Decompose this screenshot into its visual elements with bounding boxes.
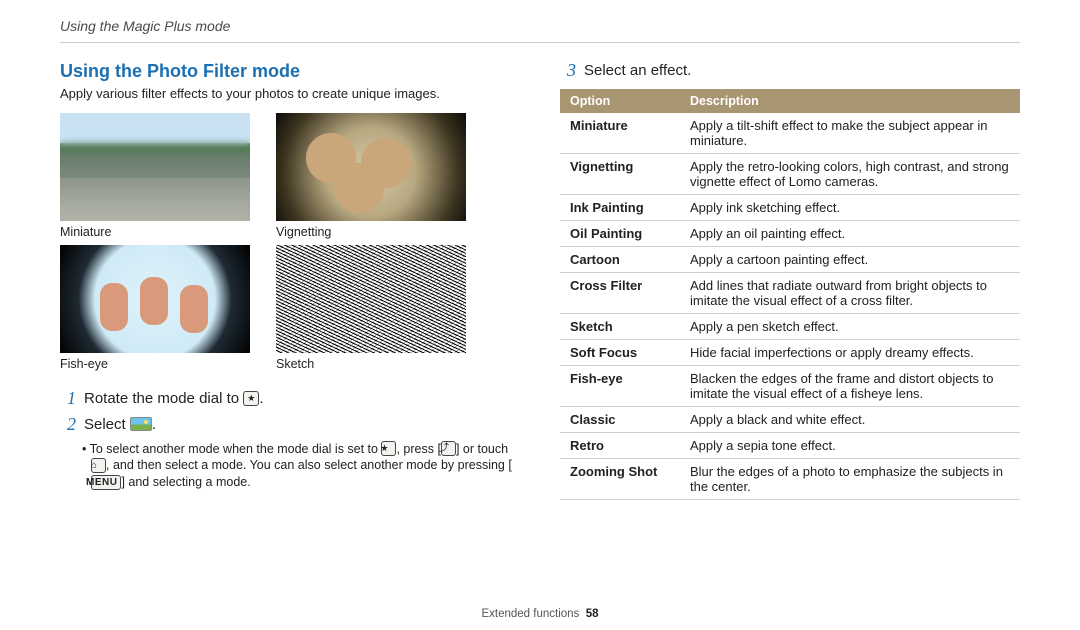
- thumbnail-label: Sketch: [276, 357, 466, 371]
- option-name: Cartoon: [560, 246, 680, 272]
- table-row: Cross FilterAdd lines that radiate outwa…: [560, 272, 1020, 313]
- option-name: Miniature: [560, 113, 680, 154]
- table-row: VignettingApply the retro-looking colors…: [560, 153, 1020, 194]
- step-number: 2: [60, 415, 76, 435]
- table-row: Oil PaintingApply an oil painting effect…: [560, 220, 1020, 246]
- home-icon: [91, 458, 106, 473]
- table-row: Soft FocusHide facial imperfections or a…: [560, 339, 1020, 365]
- footer-section: Extended functions: [481, 608, 579, 620]
- step-text-part: Rotate the mode dial to: [84, 390, 243, 407]
- step-number: 3: [560, 61, 576, 81]
- thumbnail-fisheye: [60, 245, 250, 353]
- option-description: Apply the retro-looking colors, high con…: [680, 153, 1020, 194]
- table-row: Fish-eyeBlacken the edges of the frame a…: [560, 365, 1020, 406]
- step-number: 1: [60, 389, 76, 409]
- option-name: Vignetting: [560, 153, 680, 194]
- back-button-icon: [441, 441, 456, 456]
- step-2-text: Select .: [84, 415, 520, 435]
- menu-button-icon: MENU: [91, 475, 121, 490]
- step-1-text: Rotate the mode dial to .: [84, 389, 520, 409]
- option-name: Oil Painting: [560, 220, 680, 246]
- step-text-part: .: [152, 416, 156, 433]
- table-row: Ink PaintingApply ink sketching effect.: [560, 194, 1020, 220]
- option-description: Blacken the edges of the frame and disto…: [680, 365, 1020, 406]
- page-footer: Extended functions 58: [0, 608, 1080, 620]
- table-row: ClassicApply a black and white effect.: [560, 406, 1020, 432]
- option-name: Fish-eye: [560, 365, 680, 406]
- option-name: Classic: [560, 406, 680, 432]
- option-description: Apply a sepia tone effect.: [680, 432, 1020, 458]
- option-description: Apply a pen sketch effect.: [680, 313, 1020, 339]
- step-text-part: Select: [84, 416, 130, 433]
- option-name: Soft Focus: [560, 339, 680, 365]
- right-column: 3 Select an effect. Option Description M…: [560, 61, 1020, 500]
- option-description: Add lines that radiate outward from brig…: [680, 272, 1020, 313]
- option-name: Cross Filter: [560, 272, 680, 313]
- note-part: To select another mode when the mode dia…: [90, 442, 382, 456]
- option-description: Apply a tilt-shift effect to make the su…: [680, 113, 1020, 154]
- left-column: Using the Photo Filter mode Apply variou…: [60, 61, 520, 500]
- note-part: , press [: [396, 442, 440, 456]
- option-name: Retro: [560, 432, 680, 458]
- table-header-description: Description: [680, 89, 1020, 113]
- option-name: Zooming Shot: [560, 458, 680, 499]
- section-title: Using the Photo Filter mode: [60, 61, 520, 82]
- option-name: Sketch: [560, 313, 680, 339]
- option-description: Apply a cartoon painting effect.: [680, 246, 1020, 272]
- thumbnail-grid: Miniature Vignetting Fish-eye Sketch: [60, 113, 520, 371]
- thumbnail-label: Fish-eye: [60, 357, 250, 371]
- page-number: 58: [586, 608, 599, 620]
- table-row: CartoonApply a cartoon painting effect.: [560, 246, 1020, 272]
- option-description: Blur the edges of a photo to emphasize t…: [680, 458, 1020, 499]
- table-header-option: Option: [560, 89, 680, 113]
- steps-list: 1 Rotate the mode dial to . 2 Select .: [60, 389, 520, 435]
- photo-filter-icon: [130, 417, 152, 431]
- step-text-part: .: [259, 390, 263, 407]
- intro-text: Apply various filter effects to your pho…: [60, 86, 520, 101]
- note-part: ] and selecting a mode.: [121, 475, 250, 489]
- thumbnail-vignetting: [276, 113, 466, 221]
- thumbnail-label: Vignetting: [276, 225, 466, 239]
- note-part: , and then select a mode. You can also s…: [106, 458, 512, 472]
- effects-table: Option Description MiniatureApply a tilt…: [560, 89, 1020, 500]
- thumbnail-miniature: [60, 113, 250, 221]
- thumbnail-label: Miniature: [60, 225, 250, 239]
- option-description: Apply a black and white effect.: [680, 406, 1020, 432]
- table-row: RetroApply a sepia tone effect.: [560, 432, 1020, 458]
- option-name: Ink Painting: [560, 194, 680, 220]
- table-row: MiniatureApply a tilt-shift effect to ma…: [560, 113, 1020, 154]
- table-row: Zooming ShotBlur the edges of a photo to…: [560, 458, 1020, 499]
- option-description: Hide facial imperfections or apply dream…: [680, 339, 1020, 365]
- mode-dial-icon: [381, 441, 396, 456]
- step-2-note: To select another mode when the mode dia…: [82, 441, 520, 492]
- note-part: ] or touch: [456, 442, 508, 456]
- table-row: SketchApply a pen sketch effect.: [560, 313, 1020, 339]
- breadcrumb: Using the Magic Plus mode: [60, 18, 1020, 43]
- option-description: Apply an oil painting effect.: [680, 220, 1020, 246]
- mode-dial-icon: [243, 391, 259, 406]
- step-3-text: Select an effect.: [584, 61, 1020, 81]
- option-description: Apply ink sketching effect.: [680, 194, 1020, 220]
- thumbnail-sketch: [276, 245, 466, 353]
